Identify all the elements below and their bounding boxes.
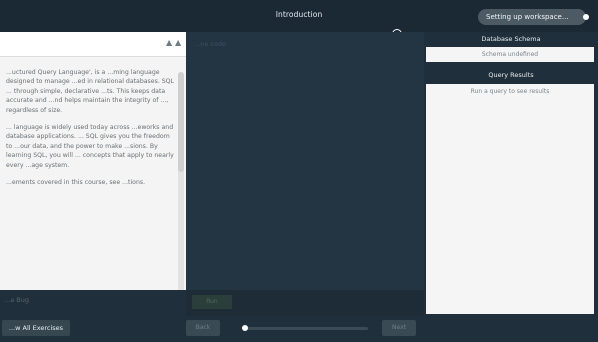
collapse-up-icon-2[interactable]: ▲: [175, 38, 181, 47]
progress-indicator: [241, 325, 248, 331]
editor-placeholder: ...ne code: [194, 40, 227, 48]
results-message: Run a query to see results: [470, 88, 550, 95]
next-button[interactable]: Next: [382, 320, 416, 336]
top-bar: Introduction Setting up workspace...: [0, 0, 598, 32]
lesson-paragraph: ...uctured Query Language', is a ...ming…: [6, 69, 174, 114]
workspace-status-text: Setting up workspace...: [486, 13, 569, 21]
collapse-up-icon[interactable]: ▲: [166, 38, 172, 47]
scrollbar-thumb[interactable]: [178, 72, 184, 172]
lesson-header: ▲ ▲: [0, 32, 186, 57]
results-title: Query Results: [488, 71, 534, 79]
lesson-paragraph: ...ements covered in this course, see ..…: [6, 179, 146, 187]
loading-dot-icon: [583, 14, 589, 20]
lesson-panel: ▲ ▲ ...uctured Query Language', is a ...…: [0, 32, 186, 290]
right-panel: Database Schema Schema undefined Query R…: [424, 32, 598, 314]
lesson-body: ...uctured Query Language', is a ...ming…: [6, 68, 174, 195]
results-box: Run a query to see results: [426, 84, 594, 314]
report-bug-link[interactable]: ...a Bug: [4, 296, 29, 304]
schema-box: Schema undefined: [426, 47, 594, 62]
editor-toolbar: Run: [186, 290, 424, 316]
code-editor[interactable]: ...ne code: [186, 32, 424, 290]
schema-title: Database Schema: [481, 35, 541, 43]
all-exercises-button[interactable]: ...w All Exercises: [2, 320, 70, 336]
navigation-bar: Back Next: [186, 316, 424, 342]
progress-track: [242, 327, 368, 330]
lesson-scrollbar[interactable]: [178, 72, 184, 290]
back-button[interactable]: Back: [186, 320, 220, 336]
workspace-status-pill: Setting up workspace...: [478, 9, 589, 25]
run-button[interactable]: Run: [192, 295, 232, 309]
lesson-paragraph: ... language is widely used today across…: [6, 124, 174, 169]
